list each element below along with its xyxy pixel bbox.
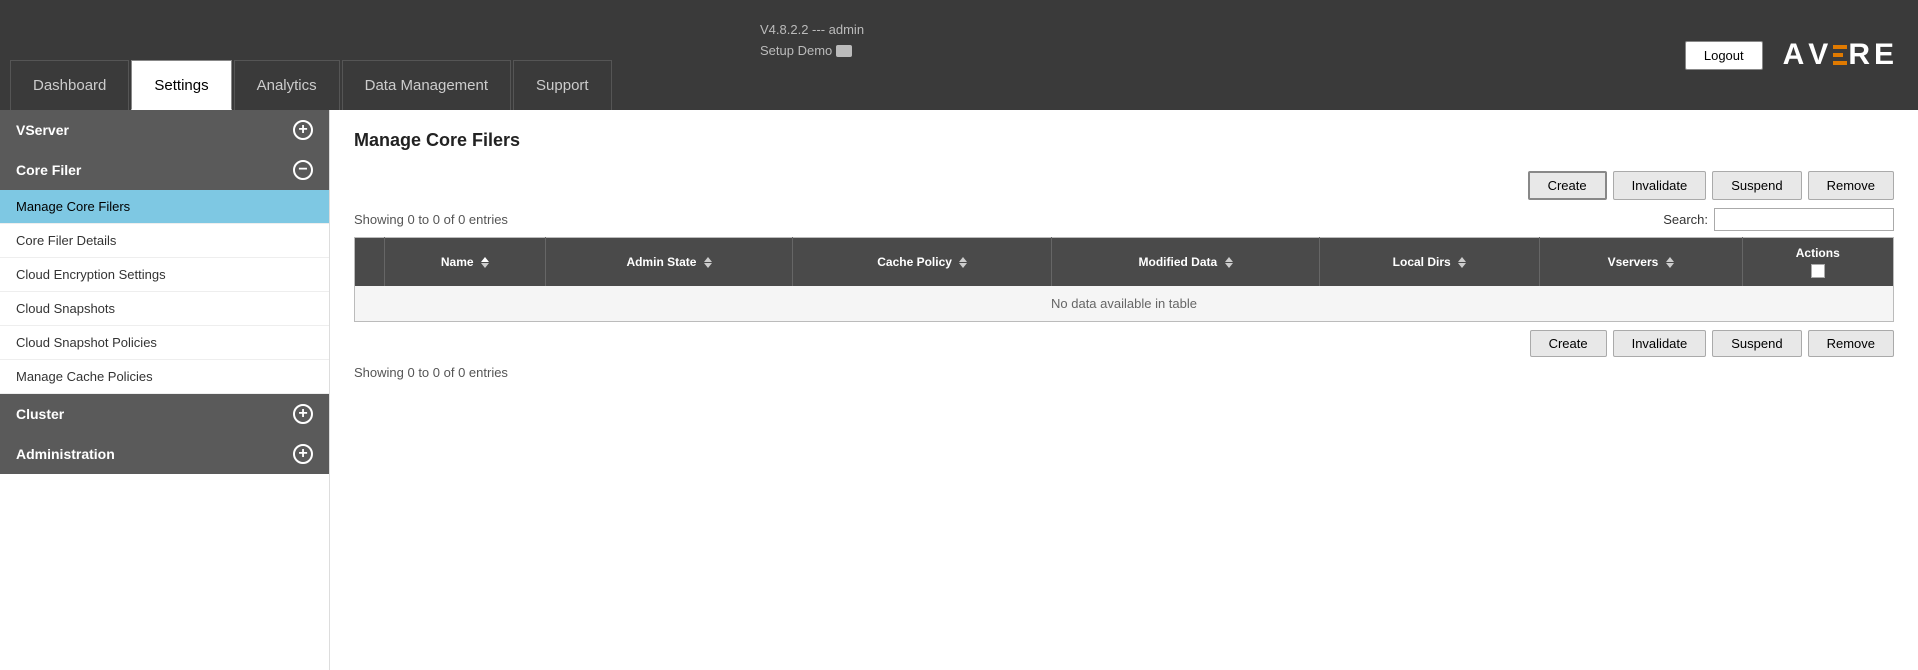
invalidate-button-top[interactable]: Invalidate: [1613, 171, 1707, 200]
vserver-label: VServer: [16, 122, 69, 138]
showing-text-bottom: Showing 0 to 0 of 0 entries: [354, 365, 1894, 380]
create-button-bottom[interactable]: Create: [1530, 330, 1607, 357]
suspend-button-top[interactable]: Suspend: [1712, 171, 1801, 200]
suspend-button-bottom[interactable]: Suspend: [1712, 330, 1801, 357]
core-filer-section-header[interactable]: Core Filer −: [0, 150, 329, 190]
col-name[interactable]: Name: [385, 238, 546, 287]
tab-data-management[interactable]: Data Management: [342, 60, 511, 110]
col-admin-state[interactable]: Admin State: [545, 238, 793, 287]
col-cache-policy[interactable]: Cache Policy: [793, 238, 1052, 287]
header-info: V4.8.2.2 --- admin Setup Demo: [760, 20, 864, 62]
remove-button-bottom[interactable]: Remove: [1808, 330, 1894, 357]
administration-expand-icon: +: [293, 444, 313, 464]
administration-label: Administration: [16, 446, 115, 462]
sidebar-item-cloud-encryption-settings[interactable]: Cloud Encryption Settings: [0, 258, 329, 292]
camera-icon: [836, 45, 852, 57]
page-title: Manage Core Filers: [354, 130, 1894, 151]
search-label: Search:: [1663, 212, 1708, 227]
col-modified-data[interactable]: Modified Data: [1052, 238, 1320, 287]
logo-lines-icon: [1833, 45, 1847, 65]
sort-cache-policy-icon: [959, 257, 967, 268]
empty-message: No data available in table: [355, 286, 1894, 322]
header: Dashboard Settings Analytics Data Manage…: [0, 0, 1918, 110]
sidebar-item-manage-cache-policies[interactable]: Manage Cache Policies: [0, 360, 329, 394]
table-empty-row: No data available in table: [355, 286, 1894, 322]
bottom-toolbar: Create Invalidate Suspend Remove: [354, 330, 1894, 357]
tab-analytics[interactable]: Analytics: [234, 60, 340, 110]
sort-admin-state-icon: [704, 257, 712, 268]
cluster-section-header[interactable]: Cluster +: [0, 394, 329, 434]
header-right: Logout A V R E: [1685, 0, 1918, 110]
remove-button-top[interactable]: Remove: [1808, 171, 1894, 200]
sidebar-item-cloud-snapshot-policies[interactable]: Cloud Snapshot Policies: [0, 326, 329, 360]
sidebar-item-manage-core-filers[interactable]: Manage Core Filers: [0, 190, 329, 224]
actions-select-all-checkbox[interactable]: [1811, 264, 1825, 278]
core-filers-table: Name Admin State Cac: [354, 237, 1894, 322]
sidebar-item-core-filer-details[interactable]: Core Filer Details: [0, 224, 329, 258]
administration-section-header[interactable]: Administration +: [0, 434, 329, 474]
tab-support[interactable]: Support: [513, 60, 612, 110]
search-area: Search:: [1663, 208, 1894, 231]
top-toolbar: Create Invalidate Suspend Remove: [354, 171, 1894, 200]
core-filer-label: Core Filer: [16, 162, 81, 178]
showing-text-top: Showing 0 to 0 of 0 entries: [354, 212, 508, 227]
create-button-top[interactable]: Create: [1528, 171, 1607, 200]
col-local-dirs[interactable]: Local Dirs: [1319, 238, 1539, 287]
col-select: [355, 238, 385, 287]
vserver-section-header[interactable]: VServer +: [0, 110, 329, 150]
cluster-expand-icon: +: [293, 404, 313, 424]
main-content: VServer + Core Filer − Manage Core Filer…: [0, 110, 1918, 670]
tab-settings[interactable]: Settings: [131, 60, 231, 110]
cluster-label: Cluster: [16, 406, 64, 422]
sort-name-icon: [481, 257, 489, 268]
vserver-expand-icon: +: [293, 120, 313, 140]
core-filer-collapse-icon: −: [293, 160, 313, 180]
actions-header: Actions: [1753, 246, 1883, 278]
content-area: Manage Core Filers Create Invalidate Sus…: [330, 110, 1918, 670]
tab-dashboard[interactable]: Dashboard: [10, 60, 129, 110]
version-text: V4.8.2.2 --- admin: [760, 20, 864, 41]
sort-vservers-icon: [1666, 257, 1674, 268]
search-row-top: Showing 0 to 0 of 0 entries Search:: [354, 208, 1894, 231]
setup-demo: Setup Demo: [760, 41, 864, 62]
col-actions: Actions: [1742, 238, 1893, 287]
sidebar-item-cloud-snapshots[interactable]: Cloud Snapshots: [0, 292, 329, 326]
sort-modified-data-icon: [1225, 257, 1233, 268]
logout-button[interactable]: Logout: [1685, 41, 1763, 70]
sidebar: VServer + Core Filer − Manage Core Filer…: [0, 110, 330, 670]
search-input[interactable]: [1714, 208, 1894, 231]
sort-local-dirs-icon: [1458, 257, 1466, 268]
col-vservers[interactable]: Vservers: [1539, 238, 1742, 287]
invalidate-button-bottom[interactable]: Invalidate: [1613, 330, 1707, 357]
avere-logo: A V R E: [1783, 38, 1898, 72]
